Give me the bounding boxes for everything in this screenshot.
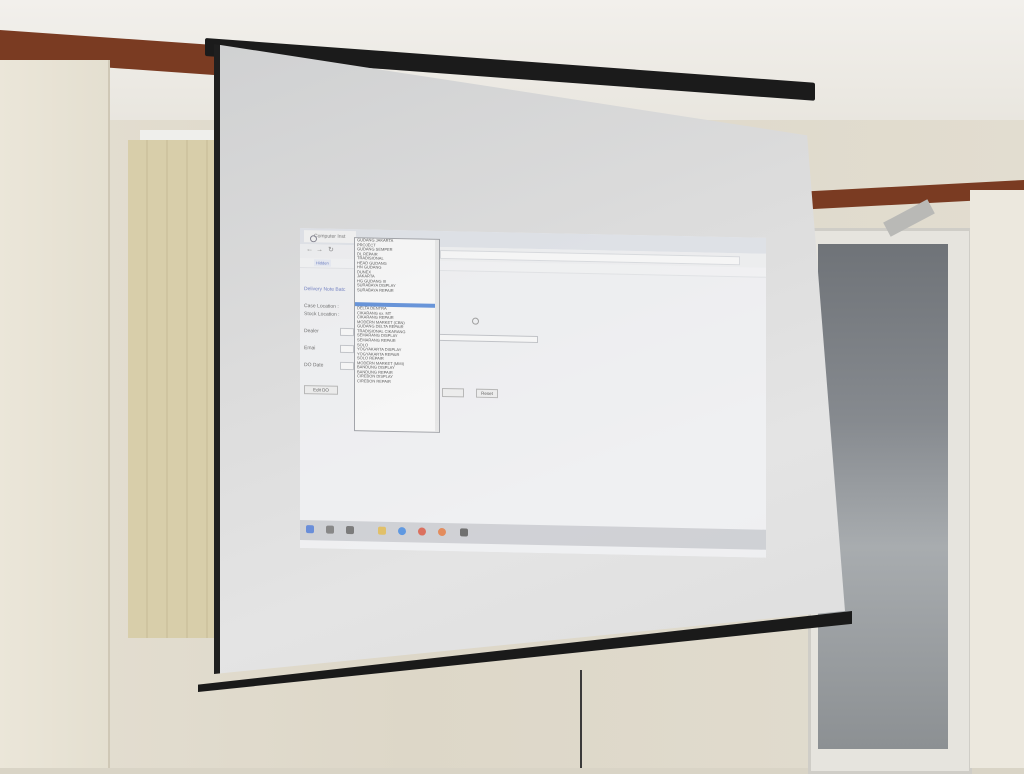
favicon-icon	[310, 235, 317, 243]
dropdown-option[interactable]: CIREBON REPAIR	[355, 379, 439, 385]
window-blind	[128, 140, 228, 638]
dealer-select[interactable]	[340, 327, 354, 337]
projected-desktop: Computer Inst ← → ↻ Hidden Delivery Note…	[300, 228, 766, 558]
reset-button[interactable]: Reset	[476, 388, 498, 399]
screen-pull-cord	[580, 670, 582, 768]
task-view-icon[interactable]	[346, 525, 354, 535]
file-explorer-icon[interactable]	[378, 526, 386, 535]
edit-do-button[interactable]: Edit DO	[304, 385, 338, 395]
back-icon[interactable]: ←	[306, 246, 313, 254]
search-icon[interactable]	[326, 525, 334, 534]
mouse-cursor-icon	[472, 317, 479, 325]
firefox-icon[interactable]	[438, 527, 446, 537]
email-field[interactable]	[340, 344, 354, 354]
browser-tab[interactable]: Computer Inst	[304, 230, 356, 244]
dealer-label: Dealer	[304, 328, 319, 335]
edge-icon[interactable]	[398, 527, 406, 536]
wall-panel-left	[0, 60, 110, 768]
app-icon[interactable]	[460, 528, 468, 537]
chrome-icon[interactable]	[418, 527, 426, 536]
reload-icon[interactable]: ↻	[328, 247, 334, 255]
action-button[interactable]	[442, 387, 464, 398]
bookmark-item[interactable]: Hidden	[314, 259, 331, 267]
stock-location-label: Stock Location :	[304, 311, 340, 318]
location-dropdown-list[interactable]: GUDANG JAKARTA PROJECT GUDANG SEMPER DL REP…	[354, 237, 440, 433]
door-glass-pane	[818, 244, 948, 749]
browser-tab-title: Computer Inst	[314, 233, 346, 240]
case-location-label: Case Location :	[304, 303, 339, 310]
windows-icon[interactable]	[306, 525, 314, 534]
forward-icon[interactable]: →	[316, 246, 323, 254]
wall-panel-right	[970, 190, 1024, 768]
dropdown-scrollbar[interactable]	[435, 239, 439, 432]
do-date-field[interactable]	[340, 361, 354, 371]
form-heading: Delivery Note Batc	[304, 286, 346, 293]
do-date-label: DO Date	[304, 362, 324, 369]
email-label: Emai	[304, 345, 316, 352]
